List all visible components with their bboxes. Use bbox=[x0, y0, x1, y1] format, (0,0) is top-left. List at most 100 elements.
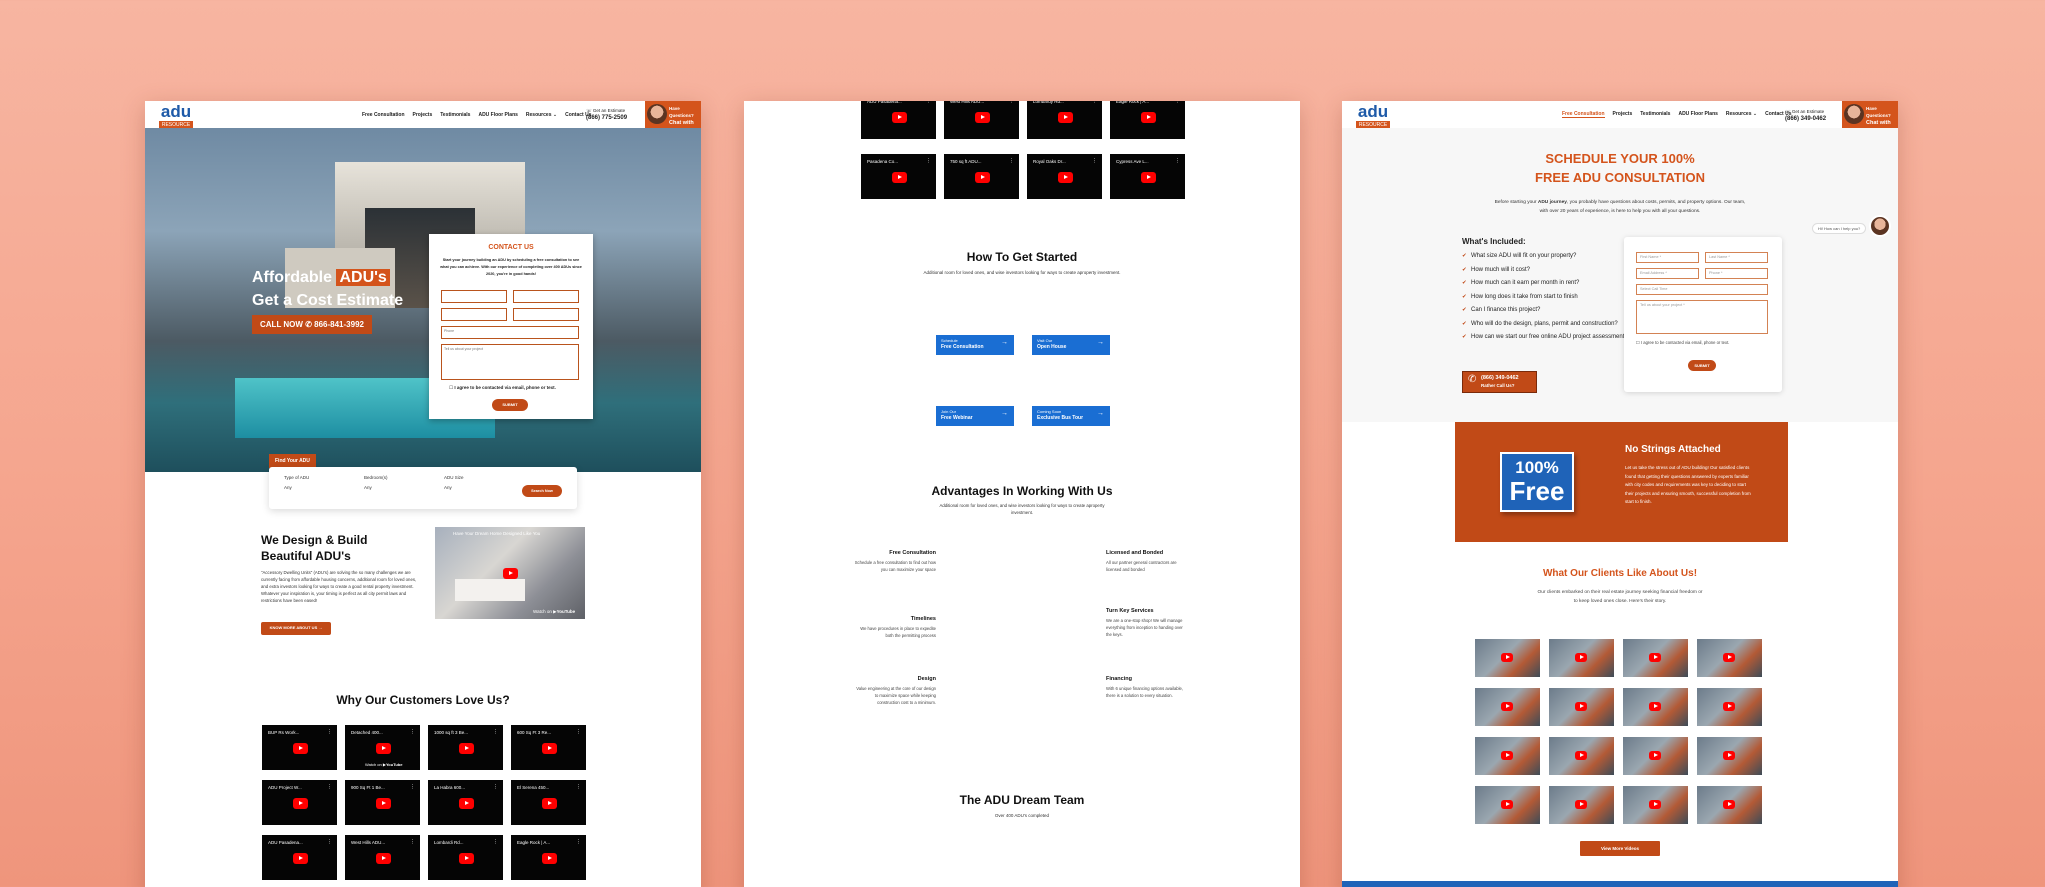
watch-on-youtube[interactable]: Watch on ▶YouTube bbox=[533, 609, 575, 615]
consent-checkbox[interactable]: ☐ I agree to be contacted via email, pho… bbox=[449, 385, 579, 391]
video-thumbnail[interactable] bbox=[1475, 737, 1540, 775]
more-options-icon[interactable]: ⋮ bbox=[410, 784, 415, 790]
video-thumbnail[interactable] bbox=[1549, 737, 1614, 775]
filter-size[interactable]: ADU Size Any bbox=[444, 475, 464, 490]
video-thumbnail[interactable]: BUP Rs Work... ⋮ bbox=[262, 725, 337, 770]
nav-free-consultation[interactable]: Free Consultation bbox=[362, 112, 405, 118]
agent-avatar[interactable] bbox=[1869, 215, 1891, 237]
video-thumbnail[interactable] bbox=[1475, 786, 1540, 824]
more-options-icon[interactable]: ⋮ bbox=[926, 101, 931, 104]
call-time-select[interactable]: Select Call Time bbox=[1636, 284, 1768, 295]
video-thumbnail[interactable]: ADU Pasadena... ⋮ bbox=[262, 835, 337, 880]
nav-floor-plans[interactable]: ADU Floor Plans bbox=[1678, 111, 1717, 118]
more-options-icon[interactable]: ⋮ bbox=[410, 839, 415, 845]
more-options-icon[interactable]: ⋮ bbox=[493, 784, 498, 790]
more-options-icon[interactable]: ⋮ bbox=[576, 784, 581, 790]
more-options-icon[interactable]: ⋮ bbox=[1175, 158, 1180, 164]
last-name-input[interactable]: Last Name * bbox=[1705, 252, 1768, 263]
view-more-videos-button[interactable]: View More Videos bbox=[1580, 841, 1660, 856]
video-thumbnail[interactable]: Detached 400... ⋮ Watch on ▶YouTube bbox=[345, 725, 420, 770]
more-options-icon[interactable]: ⋮ bbox=[327, 784, 332, 790]
video-thumbnail[interactable]: 1000 sq ft 3 Be... ⋮ bbox=[428, 725, 503, 770]
more-options-icon[interactable]: ⋮ bbox=[493, 839, 498, 845]
video-thumbnail[interactable] bbox=[1623, 639, 1688, 677]
video-thumbnail[interactable] bbox=[1549, 639, 1614, 677]
bus-tour-button[interactable]: Coming Soon Exclusive Bus Tour → bbox=[1032, 406, 1110, 426]
video-thumbnail[interactable] bbox=[1549, 688, 1614, 726]
nav-testimonials[interactable]: Testimonials bbox=[440, 112, 470, 118]
email-input[interactable] bbox=[441, 308, 507, 321]
first-name-input[interactable] bbox=[441, 290, 507, 303]
video-thumbnail[interactable]: 600 Sq Ft 3 Re... ⋮ bbox=[511, 725, 586, 770]
video-thumbnail[interactable]: West Hills ADU... ⋮ bbox=[944, 101, 1019, 139]
video-thumbnail[interactable] bbox=[1475, 639, 1540, 677]
schedule-consultation-button[interactable]: Schedule Free Consultation → bbox=[936, 335, 1014, 355]
video-thumbnail[interactable]: Eagle Rock | A... ⋮ bbox=[1110, 101, 1185, 139]
last-name-input[interactable] bbox=[513, 290, 579, 303]
consent-checkbox[interactable]: ☐ I agree to be contacted via email, pho… bbox=[1636, 340, 1766, 346]
search-now-button[interactable]: Search Now bbox=[522, 485, 562, 497]
filter-type[interactable]: Type of ADU Any bbox=[284, 475, 309, 490]
estimate-phone[interactable]: ☏ Get an Estimate (866) 349-0462 bbox=[1785, 108, 1826, 123]
more-options-icon[interactable]: ⋮ bbox=[410, 729, 415, 735]
filter-bedrooms[interactable]: Bedroom(s) Any bbox=[364, 475, 388, 490]
video-thumbnail[interactable]: ADU Project W... ⋮ bbox=[262, 780, 337, 825]
video-thumbnail[interactable] bbox=[1697, 786, 1762, 824]
video-thumbnail[interactable]: Royal Oaks Dr... ⋮ bbox=[1027, 154, 1102, 199]
message-textarea[interactable]: Tell us about your project * bbox=[1636, 300, 1768, 334]
free-webinar-button[interactable]: Join Our Free Webinar → bbox=[936, 406, 1014, 426]
more-options-icon[interactable]: ⋮ bbox=[576, 839, 581, 845]
video-thumbnail[interactable]: 900 Sq Ft 1 Be... ⋮ bbox=[345, 780, 420, 825]
submit-button[interactable]: SUBMIT bbox=[1688, 360, 1716, 371]
video-thumbnail[interactable]: Pasadena Co... ⋮ bbox=[861, 154, 936, 199]
more-options-icon[interactable]: ⋮ bbox=[327, 839, 332, 845]
nav-floor-plans[interactable]: ADU Floor Plans bbox=[478, 112, 517, 118]
video-thumbnail[interactable] bbox=[1697, 737, 1762, 775]
more-options-icon[interactable]: ⋮ bbox=[493, 729, 498, 735]
video-thumbnail[interactable]: El Serena 450... ⋮ bbox=[511, 780, 586, 825]
more-options-icon[interactable]: ⋮ bbox=[1175, 101, 1180, 104]
nav-resources[interactable]: Resources ⌄ bbox=[1726, 111, 1757, 118]
nav-testimonials[interactable]: Testimonials bbox=[1640, 111, 1670, 118]
estimate-phone[interactable]: ☏ Get an Estimate (866) 775-2509 bbox=[586, 107, 627, 122]
message-textarea[interactable]: Tell us about your project bbox=[441, 344, 579, 380]
video-thumbnail[interactable]: ADU Pasadena... ⋮ bbox=[861, 101, 936, 139]
phone-input[interactable]: Phone * bbox=[1705, 268, 1768, 279]
nav-free-consultation[interactable]: Free Consultation bbox=[1562, 111, 1605, 118]
video-thumbnail[interactable] bbox=[1623, 786, 1688, 824]
video-thumbnail[interactable]: Lombardy Rd... ⋮ bbox=[1027, 101, 1102, 139]
video-thumbnail[interactable]: Eagle Rock | A... ⋮ bbox=[511, 835, 586, 880]
more-options-icon[interactable]: ⋮ bbox=[1009, 158, 1014, 164]
find-adu-tab[interactable]: Find Your ADU bbox=[269, 454, 316, 468]
more-options-icon[interactable]: ⋮ bbox=[1092, 101, 1097, 104]
video-thumbnail[interactable]: La Habra 600... ⋮ bbox=[428, 780, 503, 825]
video-thumbnail[interactable] bbox=[1697, 688, 1762, 726]
know-more-button[interactable]: KNOW MORE ABOUT US → bbox=[261, 622, 331, 635]
watch-on-youtube[interactable]: Watch on ▶YouTube bbox=[365, 762, 402, 767]
more-options-icon[interactable]: ⋮ bbox=[1009, 101, 1014, 104]
nav-projects[interactable]: Projects bbox=[1613, 111, 1633, 118]
more-options-icon[interactable]: ⋮ bbox=[926, 158, 931, 164]
video-thumbnail[interactable]: 750 sq ft ADU... ⋮ bbox=[944, 154, 1019, 199]
more-options-icon[interactable]: ⋮ bbox=[327, 729, 332, 735]
nav-resources[interactable]: Resources ⌄ bbox=[526, 112, 557, 118]
video-thumbnail[interactable]: Lombardi Rd... ⋮ bbox=[428, 835, 503, 880]
video-thumbnail[interactable] bbox=[1549, 786, 1614, 824]
first-name-input[interactable]: First Name * bbox=[1636, 252, 1699, 263]
chat-widget[interactable]: Have Questions? Chat with us! bbox=[1842, 101, 1898, 134]
more-options-icon[interactable]: ⋮ bbox=[576, 729, 581, 735]
chat-widget[interactable]: Have Questions? Chat with us! bbox=[645, 101, 701, 134]
nav-projects[interactable]: Projects bbox=[413, 112, 433, 118]
help-bubble[interactable]: Hi! How can I help you? bbox=[1812, 223, 1867, 234]
rather-call-button[interactable]: ✆ (866) 349-0462 Rather Call Us? bbox=[1462, 371, 1537, 393]
video-thumbnail[interactable] bbox=[1623, 737, 1688, 775]
video-thumbnail[interactable]: West Hills ADU... ⋮ bbox=[345, 835, 420, 880]
design-video[interactable]: Have Your Dream Home Designed Like You W… bbox=[435, 527, 585, 619]
video-thumbnail[interactable] bbox=[1475, 688, 1540, 726]
video-thumbnail[interactable] bbox=[1623, 688, 1688, 726]
submit-button[interactable]: SUBMIT bbox=[492, 399, 528, 411]
call-now-button[interactable]: CALL NOW ✆ 866-841-3992 bbox=[252, 315, 372, 334]
zip-input[interactable] bbox=[513, 308, 579, 321]
more-options-icon[interactable]: ⋮ bbox=[1092, 158, 1097, 164]
email-input[interactable]: Email Address * bbox=[1636, 268, 1699, 279]
